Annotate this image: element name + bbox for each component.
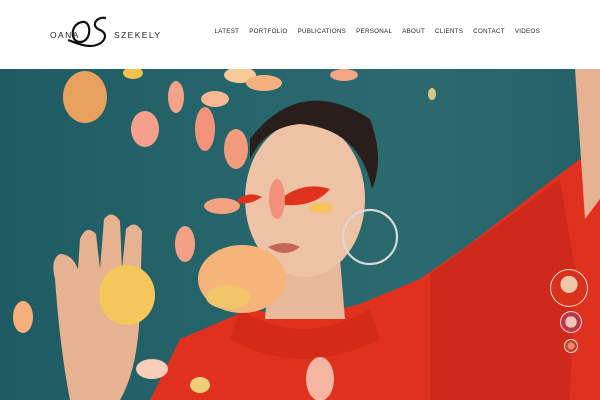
hero-photo-illustration xyxy=(13,69,600,400)
nav-publications[interactable]: PUBLICATIONS xyxy=(298,28,347,35)
site-header: OANA SZEKELY LATEST PORTFOLIO PUBLICATIO… xyxy=(0,0,600,69)
nav-latest[interactable]: LATEST xyxy=(214,28,239,35)
nav-portfolio[interactable]: PORTFOLIO xyxy=(249,28,287,35)
nav-clients[interactable]: CLIENTS xyxy=(435,28,463,35)
nav-videos[interactable]: VIDEOS xyxy=(515,28,540,35)
monogram-logo xyxy=(67,16,107,48)
site-logo[interactable]: OANA SZEKELY xyxy=(48,10,160,58)
nav-about[interactable]: ABOUT xyxy=(402,28,425,35)
thumbnail-2[interactable] xyxy=(560,311,582,333)
thumbnail-3[interactable] xyxy=(564,339,578,353)
thumbnail-1[interactable] xyxy=(550,269,588,307)
main-nav: LATEST PORTFOLIO PUBLICATIONS PERSONAL A… xyxy=(204,28,540,35)
logo-last-name: SZEKELY xyxy=(114,30,162,40)
nav-personal[interactable]: PERSONAL xyxy=(356,28,392,35)
hero-image xyxy=(0,69,600,400)
nav-contact[interactable]: CONTACT xyxy=(473,28,505,35)
